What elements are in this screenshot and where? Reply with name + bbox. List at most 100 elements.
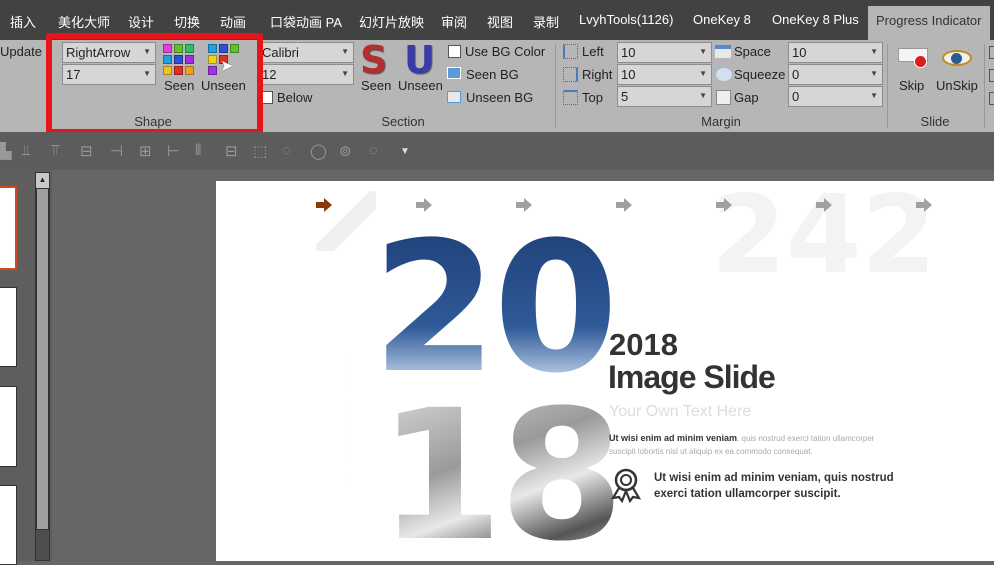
margin-top-icon	[563, 90, 578, 105]
margin-right-select[interactable]: 10 ▼	[617, 64, 712, 85]
squeeze-value: 0	[792, 67, 800, 82]
section-group-label: Section	[381, 114, 425, 129]
paragraph-bold: Ut wisi enim ad minim veniam	[609, 433, 738, 443]
shape-group-highlight	[46, 33, 263, 135]
margin-left-icon	[563, 44, 578, 59]
tab-onekey-8-plus[interactable]: OneKey 8 Plus	[772, 12, 859, 27]
group-divider	[984, 44, 985, 128]
extra-checkbox[interactable]	[989, 69, 994, 82]
margin-left-label: Left	[582, 44, 604, 59]
margin-left-select[interactable]: 10 ▼	[617, 42, 712, 63]
slide-thumbnail[interactable]	[0, 485, 17, 565]
slide-group-label: Slide	[920, 114, 950, 129]
tab-insert[interactable]: 插入	[10, 12, 36, 31]
chevron-down-icon: ▼	[870, 69, 878, 78]
seen-bg-button[interactable]: Seen BG	[466, 67, 519, 82]
skip-button[interactable]: Skip	[899, 78, 924, 93]
seen-bg-icon[interactable]	[447, 67, 461, 79]
slide-title: Image Slide	[608, 359, 776, 395]
intersect-shapes-icon[interactable]: ⊚	[339, 142, 352, 160]
toolbar-overflow-icon[interactable]: ▼	[400, 146, 410, 157]
unseen-bg-button[interactable]: Unseen BG	[466, 90, 533, 105]
subtract-shapes-icon[interactable]: ◌	[369, 142, 378, 159]
extra-checkbox[interactable]	[989, 92, 994, 105]
progress-arrow-unseen	[616, 198, 632, 212]
badge-text-line-1: Ut wisi enim ad minim veniam, quis nostr…	[654, 472, 894, 484]
eye-pupil	[951, 53, 962, 64]
align-left-icon[interactable]: ⊢	[167, 142, 180, 160]
progress-arrow-seen	[316, 198, 332, 212]
space-label: Space	[734, 44, 771, 59]
margin-right-icon	[563, 67, 578, 82]
tab-beautify-master[interactable]: 美化大师	[58, 12, 110, 31]
group-divider	[887, 44, 888, 128]
tab-design[interactable]: 设计	[128, 12, 154, 31]
no-entry-icon	[914, 55, 927, 68]
tab-record[interactable]: 录制	[533, 12, 559, 31]
distribute-vertical-icon[interactable]: ⊟	[225, 142, 238, 160]
margin-right-label: Right	[582, 67, 613, 82]
tab-animations[interactable]: 动画	[220, 12, 246, 31]
gap-value: 0	[792, 89, 800, 104]
section-unseen-button[interactable]: Unseen	[398, 78, 443, 93]
slide-thumbnail-active[interactable]	[0, 186, 17, 270]
tab-transitions[interactable]: 切换	[174, 12, 200, 31]
extra-checkbox[interactable]	[989, 46, 994, 59]
section-font-size-select[interactable]: 12 ▼	[258, 64, 354, 85]
union-shapes-icon[interactable]: ◌	[282, 142, 291, 159]
slide-year: 2018	[609, 327, 678, 362]
combine-shapes-icon[interactable]: ◯	[310, 142, 327, 160]
update-button[interactable]: Update	[0, 44, 42, 59]
section-seen-button[interactable]: Seen	[361, 78, 391, 93]
section-font-select[interactable]: Calibri ▼	[258, 42, 354, 63]
progress-arrow-unseen	[716, 198, 732, 212]
tab-lvyhtools[interactable]: LvyhTools(1126)	[579, 12, 673, 27]
group-divider	[555, 44, 556, 128]
margin-top-label: Top	[582, 90, 603, 105]
section-font-value: Calibri	[262, 45, 299, 60]
distribute-horizontal-icon[interactable]: ⫴	[195, 142, 201, 159]
use-bg-color-checkbox[interactable]	[448, 45, 461, 58]
use-bg-color-label: Use BG Color	[465, 44, 546, 59]
unseen-bg-icon[interactable]	[447, 91, 461, 103]
align-top-icon[interactable]: ⫪	[51, 142, 59, 159]
select-group-icon[interactable]: ⬚	[253, 142, 267, 160]
gap-select[interactable]: 0 ▼	[788, 86, 883, 107]
slide-subtitle: Your Own Text Here	[609, 403, 752, 420]
seen-section-s-icon[interactable]: S	[360, 38, 387, 82]
below-label: Below	[277, 90, 313, 105]
tab-onekey-8[interactable]: OneKey 8	[693, 12, 751, 27]
unseen-section-u-icon[interactable]: U	[404, 38, 435, 82]
progress-arrow-unseen	[916, 198, 932, 212]
thumbnail-scrollbar[interactable]: ▲	[35, 172, 50, 561]
margin-group-label: Margin	[701, 114, 741, 129]
slide-thumbnail[interactable]	[0, 287, 17, 367]
squeeze-icon	[716, 68, 732, 81]
space-value: 10	[792, 45, 807, 60]
section-font-size-value: 12	[262, 67, 277, 82]
tab-progress-indicator[interactable]: Progress Indicator	[868, 6, 990, 40]
slide-canvas: 242 · · · · · · · · · · · · · 20 18 2018…	[216, 181, 994, 561]
align-center-icon[interactable]: ⊟	[80, 142, 93, 160]
tab-view[interactable]: 视图	[487, 12, 513, 31]
align-right-icon[interactable]: ⊣	[110, 142, 123, 160]
margin-top-select[interactable]: 5 ▼	[617, 86, 712, 107]
chevron-down-icon: ▼	[870, 47, 878, 56]
align-bottom-icon[interactable]: ⫫	[22, 142, 30, 159]
scrollbar-thumb[interactable]	[36, 188, 49, 530]
chevron-down-icon: ▼	[341, 47, 349, 56]
align-middle-icon[interactable]: ⊞	[139, 142, 152, 160]
gap-label: Gap	[734, 90, 759, 105]
gap-icon	[716, 90, 731, 105]
align-icon[interactable]: ▙	[0, 142, 12, 160]
chevron-down-icon: ▼	[699, 69, 707, 78]
tab-review[interactable]: 审阅	[441, 12, 467, 31]
tab-slideshow[interactable]: 幻灯片放映	[359, 12, 424, 31]
squeeze-select[interactable]: 0 ▼	[788, 64, 883, 85]
scroll-up-icon[interactable]: ▲	[36, 173, 49, 188]
badge-text-line-2: exerci tation ullamcorper suscipit.	[654, 488, 841, 500]
space-select[interactable]: 10 ▼	[788, 42, 883, 63]
tab-pocket-animation[interactable]: 口袋动画 PA	[270, 12, 342, 31]
slide-thumbnail[interactable]	[0, 386, 17, 467]
unskip-button[interactable]: UnSkip	[936, 78, 978, 93]
